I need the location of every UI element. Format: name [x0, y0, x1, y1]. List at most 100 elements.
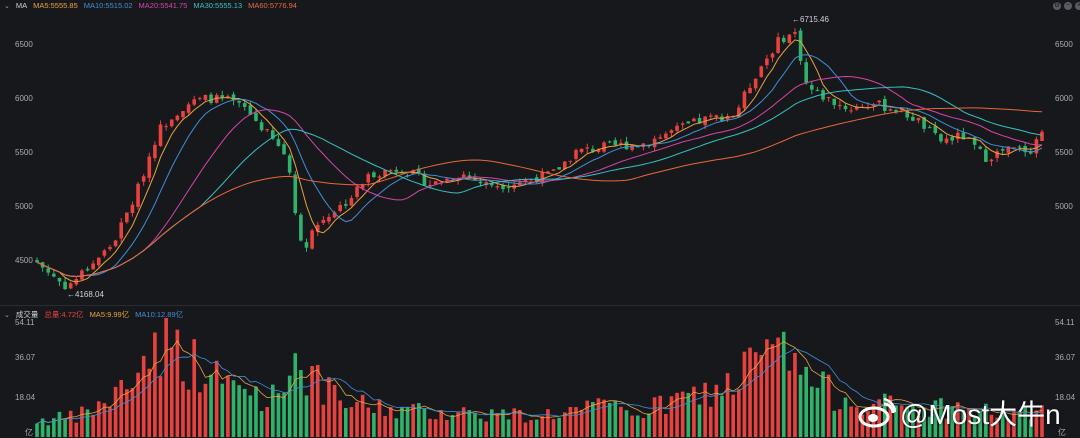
candle-body: [1040, 131, 1044, 141]
volume-bar: [804, 366, 808, 437]
volume-bar: [349, 407, 354, 437]
candle-body: [181, 111, 185, 118]
candle-body: [826, 97, 831, 99]
candle-body: [708, 115, 713, 117]
volume-bar: [271, 384, 275, 437]
candle-body: [585, 147, 590, 149]
candle-body: [343, 204, 348, 206]
candle-body: [445, 178, 449, 181]
volume-bar: [748, 347, 752, 437]
candle-body: [742, 91, 747, 109]
volume-bar: [630, 415, 634, 437]
volume-bar: [181, 381, 185, 437]
candle-body: [209, 94, 213, 103]
candle-body: [91, 263, 95, 270]
volume-bar: [647, 413, 651, 437]
volume-bar: [557, 417, 561, 437]
volume-bar: [80, 406, 84, 437]
candle-body: [630, 144, 634, 150]
volume-bar: [551, 419, 556, 437]
volume-bar: [377, 399, 382, 437]
candlestick-chart[interactable]: [0, 0, 1080, 437]
volume-bar: [141, 355, 146, 437]
volume-bar: [523, 422, 528, 437]
volume-bar: [770, 344, 775, 437]
candle-body: [102, 250, 107, 256]
ma5-line: [36, 39, 1043, 283]
candle-body: [242, 103, 247, 107]
candle-body: [355, 186, 359, 198]
candle-body: [495, 186, 500, 188]
volume-bar: [158, 376, 163, 437]
low-annotation: ←4168.04: [67, 290, 104, 299]
volume-bar: [484, 421, 488, 437]
volume-bar: [327, 377, 331, 437]
volume-bar: [186, 389, 191, 437]
candle-body: [849, 110, 853, 112]
candle-body: [96, 257, 101, 266]
candle-body: [130, 204, 135, 214]
candle-body: [169, 119, 174, 127]
volume-bar: [742, 351, 747, 437]
candle-body: [664, 133, 668, 139]
candle-body: [888, 109, 893, 111]
candle-body: [557, 167, 561, 170]
volume-bar: [737, 389, 741, 437]
volume-bar: [304, 395, 309, 437]
candle-body: [186, 104, 191, 113]
volume-bar: [299, 369, 303, 437]
volume-bar: [108, 407, 112, 437]
candle-body: [153, 144, 157, 159]
volume-bar: [282, 392, 286, 437]
volume-bar: [720, 395, 724, 437]
candle-body: [377, 176, 382, 178]
candle-body: [568, 160, 573, 162]
candle-body: [882, 98, 887, 111]
candle-body: [192, 99, 197, 105]
volume-bar: [366, 407, 371, 437]
candle-body: [613, 140, 618, 146]
volume-bar: [602, 399, 606, 437]
candle-body: [141, 176, 146, 182]
volume-bar: [697, 404, 702, 437]
volume-bar: [57, 411, 62, 437]
volume-bar: [237, 385, 241, 437]
volume-bar: [826, 374, 831, 437]
candle-body: [299, 214, 303, 241]
volume-bar: [46, 425, 51, 437]
candle-body: [916, 117, 921, 121]
volume-bar: [765, 339, 769, 437]
volume-bar: [725, 373, 730, 437]
volume-bar: [198, 392, 202, 437]
candle-body: [551, 169, 556, 171]
volume-bar: [153, 332, 157, 437]
volume-bar: [343, 408, 348, 437]
volume-bar: [838, 409, 842, 437]
volume-bar: [731, 394, 736, 437]
volume-bar: [478, 418, 483, 437]
candle-body: [686, 121, 691, 124]
candle-body: [714, 115, 719, 118]
candle-body: [282, 144, 286, 155]
candle-body: [57, 277, 62, 282]
candle-body: [748, 88, 752, 94]
volume-bar: [815, 387, 820, 437]
volume-bar: [293, 353, 298, 437]
weibo-logo-icon: [858, 398, 896, 428]
candle-body: [113, 240, 118, 247]
candle-body: [793, 32, 797, 34]
volume-bar: [400, 407, 404, 437]
high-annotation: ←6715.46: [792, 15, 829, 24]
volume-bar: [540, 416, 545, 437]
volume-bar: [35, 423, 39, 437]
candle-body: [175, 115, 180, 121]
candle-body: [765, 58, 769, 66]
volume-bar: [388, 407, 393, 437]
candle-body: [680, 123, 685, 125]
candle-body: [46, 268, 51, 273]
volume-bar: [203, 383, 208, 437]
volume-bar: [394, 418, 399, 437]
volume-bar: [843, 397, 848, 437]
candle-body: [692, 118, 696, 122]
candle-body: [321, 219, 326, 223]
